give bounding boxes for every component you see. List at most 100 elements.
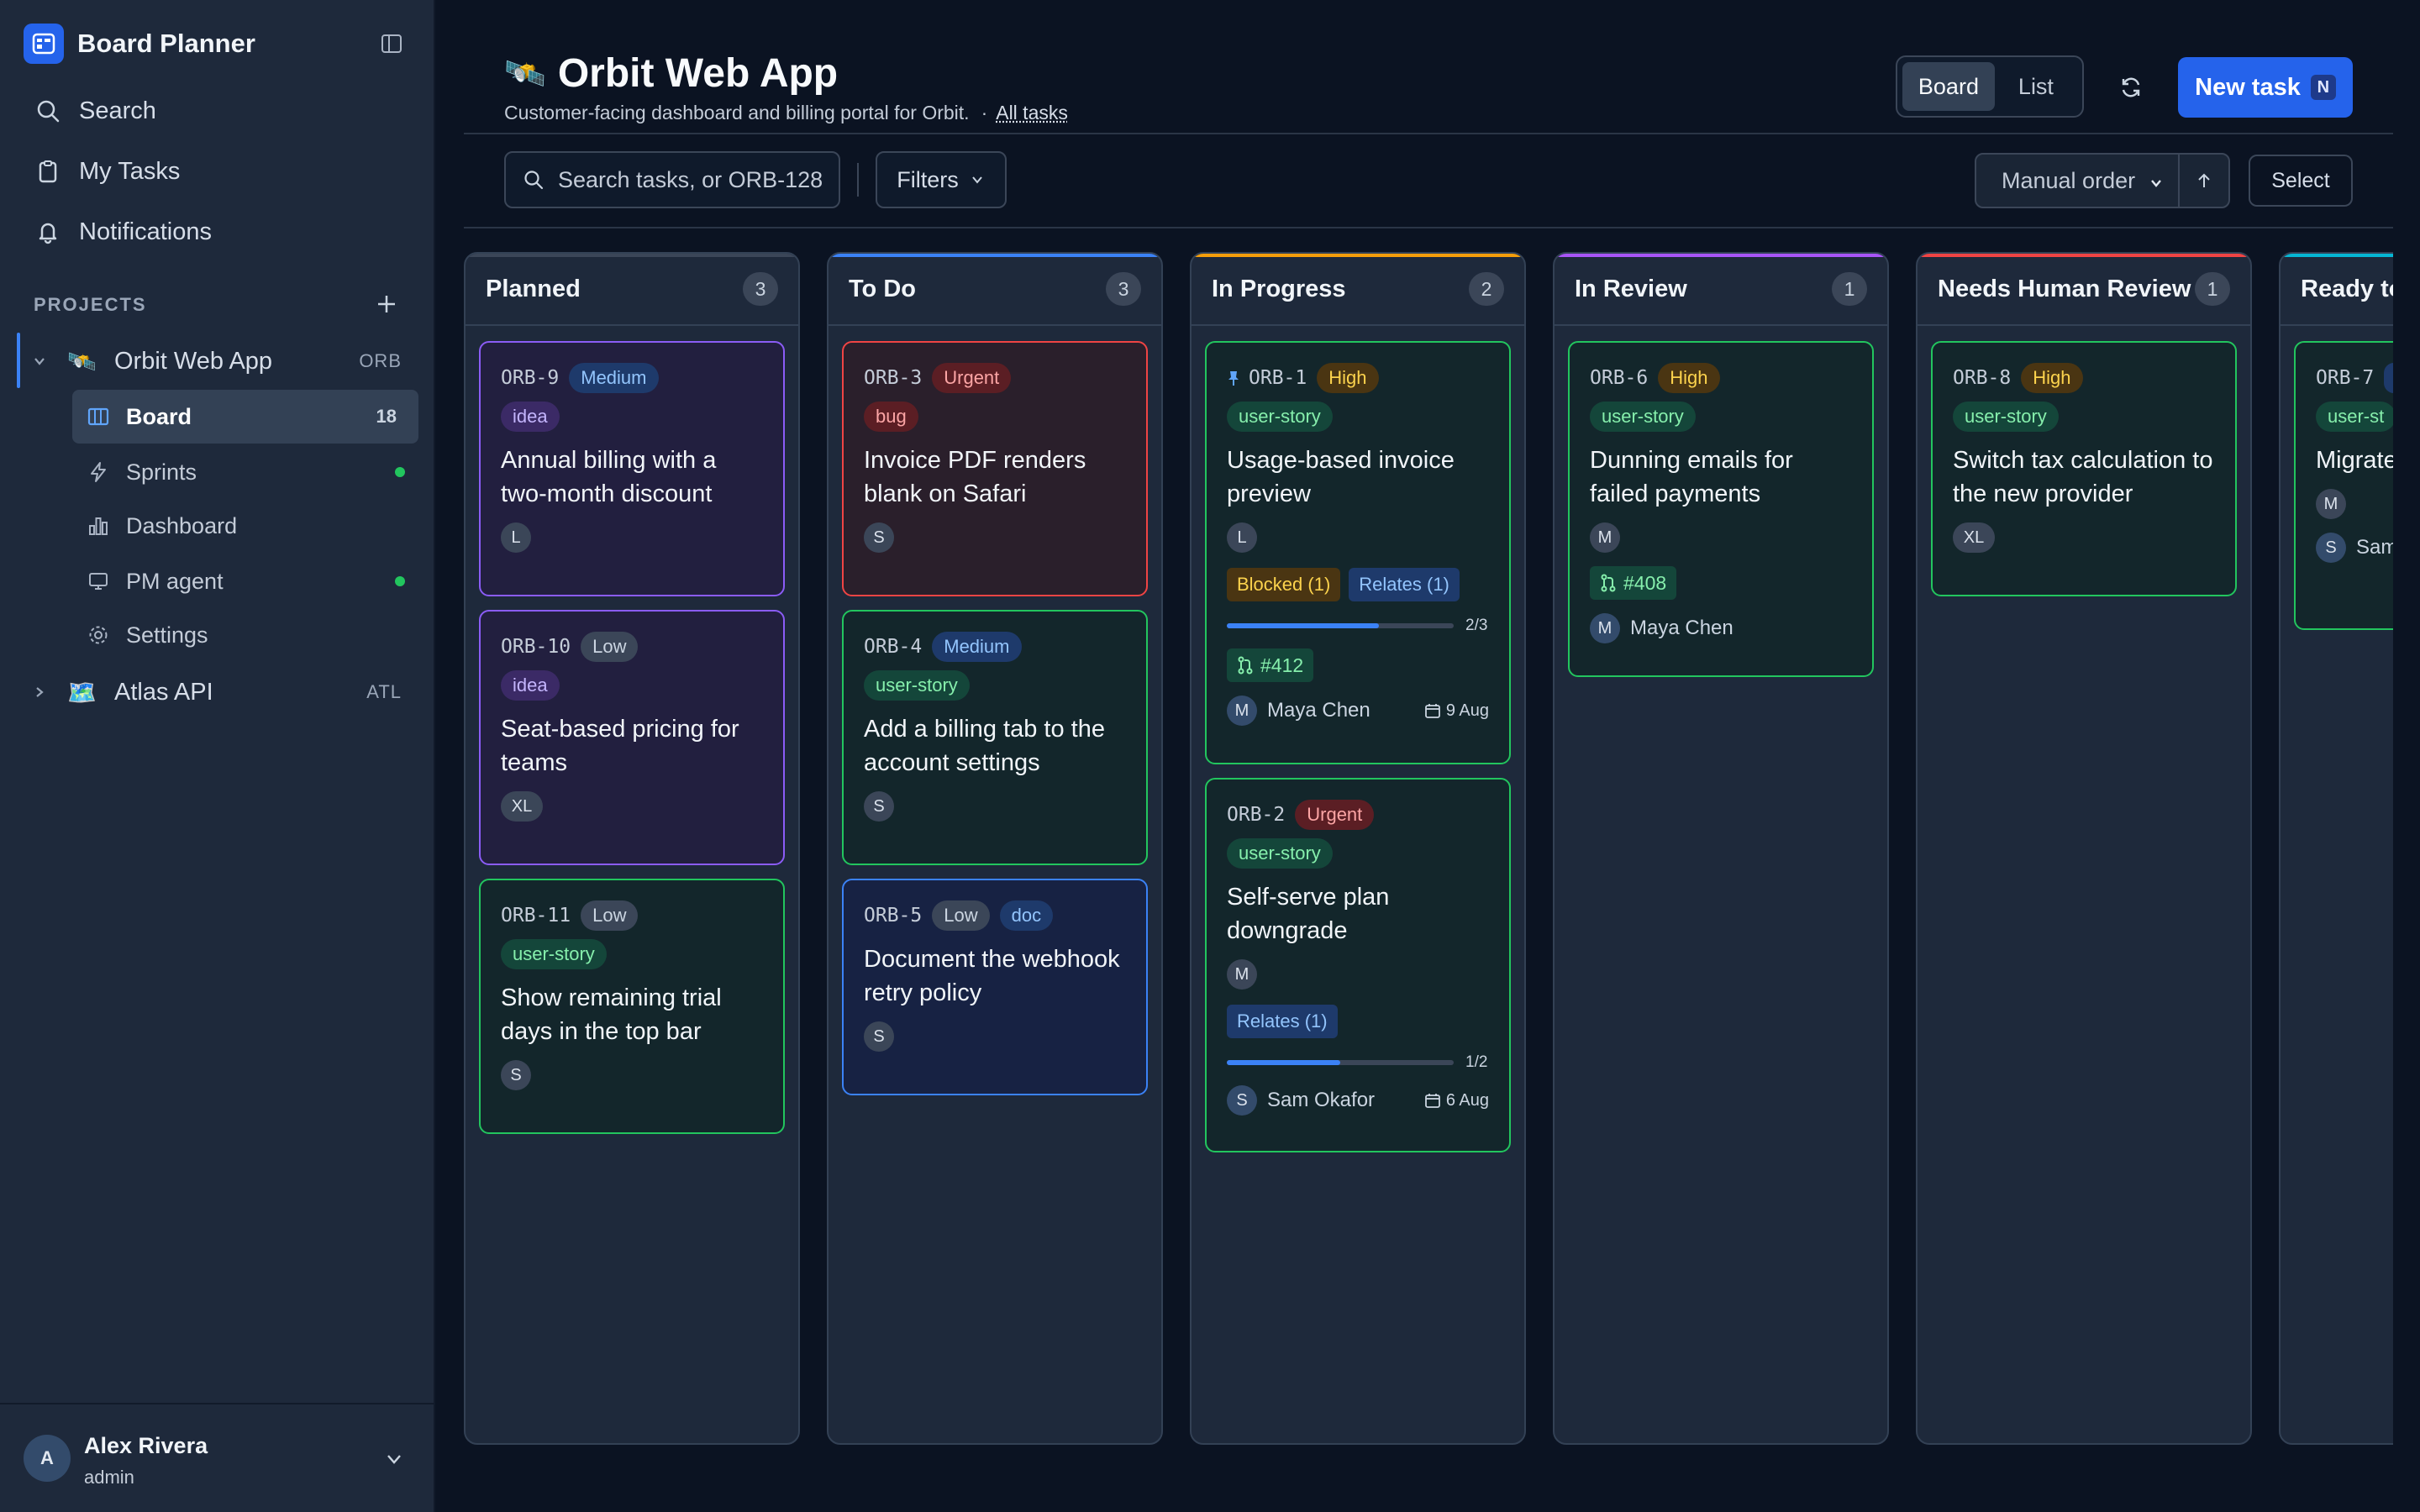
task-id: ORB-6 (1590, 367, 1649, 389)
column-header: Ready to (2281, 254, 2393, 326)
sidebar-toggle-icon[interactable] (376, 29, 407, 59)
satellite-icon: 🛰️ (67, 348, 97, 375)
relates-badge[interactable]: Relates (1) (1349, 568, 1460, 601)
task-card[interactable]: ORB-1 High user-story Usage-based invoice… (1205, 341, 1511, 764)
task-title: Show remaining trial days in the top bar (501, 984, 722, 1045)
column-count: 1 (1832, 272, 1867, 306)
chevron-down-icon[interactable] (383, 1448, 405, 1470)
status-dot (395, 467, 405, 477)
chevron-down-icon[interactable] (27, 353, 52, 370)
avatar: L (501, 522, 531, 553)
assignee-name: Sam (2356, 536, 2393, 559)
header-divider (464, 133, 2393, 134)
project-orbit-web-app[interactable]: 🛰️ Orbit Web App ORB (17, 334, 418, 388)
avatar: S (864, 1021, 894, 1052)
search-input[interactable]: Search tasks, or ORB-128 (504, 151, 840, 208)
task-id: ORB-3 (864, 367, 923, 389)
board-planner-logo-icon (24, 24, 64, 64)
task-card[interactable]: ORB-6 High user-story Dunning emails for … (1568, 341, 1874, 677)
task-id: ORB-9 (501, 367, 560, 389)
priority-badge: Medium (932, 632, 1022, 662)
task-title: Switch tax calculation to the new provid… (1953, 447, 2213, 507)
column-ready: Ready to ORB-7 user-st Migrate table to … (2279, 252, 2393, 1445)
filters-button[interactable]: Filters (876, 151, 1007, 208)
new-task-label: New task (2195, 73, 2301, 101)
all-tasks-link[interactable]: All tasks (996, 102, 1068, 124)
avatar: M (1590, 522, 1620, 553)
avatar: XL (501, 791, 543, 822)
sidebar-item-sprints[interactable]: Sprints (72, 445, 418, 499)
type-tag: idea (501, 402, 560, 432)
column-title: In Progress (1212, 275, 1346, 302)
new-task-button[interactable]: New task N (2178, 57, 2353, 118)
type-tag: user-story (1590, 402, 1696, 432)
arrow-up-icon[interactable] (2178, 153, 2230, 208)
priority-badge: High (2021, 363, 2083, 393)
user-menu[interactable]: A Alex Rivera admin (0, 1403, 435, 1512)
search-icon (523, 169, 544, 191)
task-card[interactable]: ORB-5 Low doc Document the webhook retry p… (842, 879, 1148, 1095)
column-header: To Do 3 (829, 254, 1161, 326)
column-count: 3 (743, 272, 778, 306)
refresh-icon[interactable] (2114, 71, 2148, 104)
column-count: 3 (1106, 272, 1141, 306)
separator: · (981, 102, 988, 123)
clipboard-icon (34, 157, 62, 186)
task-card[interactable]: ORB-9 Medium idea Annual billing with a t… (479, 341, 785, 596)
nav-my-tasks[interactable]: My Tasks (34, 151, 180, 192)
brand[interactable]: Board Planner (24, 24, 255, 64)
type-tag: user-story (1953, 402, 2059, 432)
add-project-icon[interactable] (371, 289, 402, 319)
avatar: A (24, 1435, 71, 1482)
column-header: Planned 3 (466, 254, 798, 326)
priority-badge: Urgent (932, 363, 1012, 393)
task-card[interactable]: ORB-4 Medium user-story Add a billing tab… (842, 610, 1148, 865)
avatar: S (2316, 533, 2346, 563)
task-card[interactable]: ORB-11 Low user-story Show remaining tria… (479, 879, 785, 1134)
task-id: ORB-11 (501, 905, 571, 927)
project-name: Atlas API (114, 678, 213, 706)
priority-badge (2384, 363, 2393, 393)
task-id: ORB-8 (1953, 367, 2012, 389)
relates-badge[interactable]: Relates (1) (1227, 1005, 1338, 1038)
select-button[interactable]: Select (2249, 155, 2353, 207)
sidebar-item-pm-agent[interactable]: PM agent (72, 554, 418, 608)
type-tag: user-st (2316, 402, 2393, 432)
pull-request-badge[interactable]: #412 (1227, 648, 1314, 682)
calendar-icon (1424, 704, 1440, 718)
priority-badge: Urgent (1295, 800, 1375, 830)
map-icon: 🗺️ (67, 679, 97, 706)
bar-chart-icon (86, 513, 111, 538)
pin-icon (1227, 370, 1240, 386)
sort-order-select[interactable]: Manual order (1975, 153, 2180, 208)
progress-text: 2/3 (1465, 617, 1488, 634)
toolbar-separator (857, 163, 859, 197)
task-card[interactable]: ORB-7 user-st Migrate table to M S Sam (2294, 341, 2393, 630)
task-card[interactable]: ORB-10 Low idea Seat-based pricing for te… (479, 610, 785, 865)
pr-number: #408 (1623, 571, 1667, 594)
sidebar-item-dashboard[interactable]: Dashboard (72, 499, 418, 553)
task-card[interactable]: ORB-8 High user-story Switch tax calculat… (1931, 341, 2237, 596)
priority-badge: Low (581, 632, 639, 662)
status-dot (395, 576, 405, 586)
task-card[interactable]: ORB-3 Urgent bug Invoice PDF renders blan… (842, 341, 1148, 596)
sidebar-item-settings[interactable]: Settings (72, 608, 418, 662)
project-key: ORB (359, 350, 402, 371)
sidebar-item-label: Board (126, 403, 192, 429)
task-card[interactable]: ORB-2 Urgent user-story Self-serve plan d… (1205, 778, 1511, 1152)
project-atlas-api[interactable]: 🗺️ Atlas API ATL (17, 665, 418, 719)
view-board-button[interactable]: Board (1902, 62, 1995, 111)
view-list-button[interactable]: List (1995, 62, 2077, 111)
avatar: M (1590, 613, 1620, 643)
nav-notifications[interactable]: Notifications (34, 212, 212, 252)
task-title: Document the webhook retry policy (864, 946, 1120, 1006)
nav-search[interactable]: Search (34, 91, 156, 131)
blocked-badge[interactable]: Blocked (1) (1227, 568, 1341, 601)
task-count-badge: 18 (376, 406, 397, 427)
monitor-icon (86, 569, 111, 594)
pull-request-badge[interactable]: #408 (1590, 566, 1677, 600)
sidebar-item-board[interactable]: Board 18 (72, 390, 418, 444)
task-title: Invoice PDF renders blank on Safari (864, 447, 1086, 507)
chevron-down-icon (971, 176, 982, 184)
chevron-right-icon[interactable] (27, 684, 52, 701)
